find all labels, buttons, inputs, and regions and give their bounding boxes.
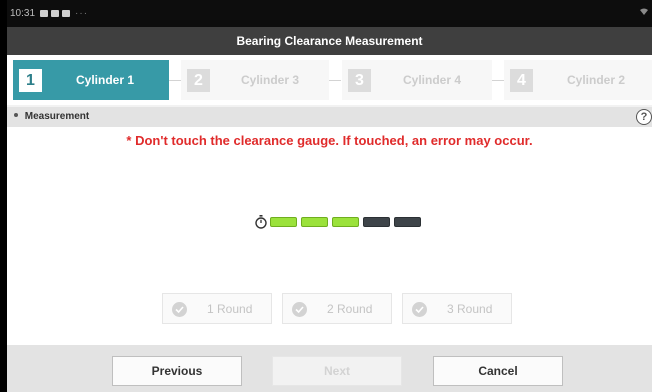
round-2-indicator: 2 Round xyxy=(282,293,392,324)
measurement-section-header: Measurement ? xyxy=(7,107,652,127)
step-label: Cylinder 1 xyxy=(76,73,135,87)
step-indicator: 1 Cylinder 1 2 Cylinder 3 3 Cylinder 4 4… xyxy=(7,55,652,105)
bullet-icon xyxy=(14,113,18,118)
round-3-indicator: 3 Round xyxy=(402,293,512,324)
step-separator xyxy=(492,80,504,81)
warning-message: * Don't touch the clearance gauge. If to… xyxy=(126,133,533,148)
stopwatch-icon xyxy=(255,215,267,229)
round-label: 1 Round xyxy=(207,302,253,316)
check-icon xyxy=(172,302,187,317)
step-number: 1 xyxy=(19,69,42,92)
round-label: 3 Round xyxy=(447,302,493,316)
gauge-segment xyxy=(301,217,328,227)
step-separator xyxy=(329,80,341,81)
gauge-segment xyxy=(363,217,390,227)
step-label: Cylinder 3 xyxy=(241,73,300,87)
step-label: Cylinder 4 xyxy=(403,73,462,87)
check-icon xyxy=(292,302,307,317)
gauge-segment xyxy=(270,217,297,227)
step-number: 3 xyxy=(348,69,371,92)
help-icon[interactable]: ? xyxy=(636,109,652,125)
cancel-button[interactable]: Cancel xyxy=(433,356,563,386)
bottom-action-bar: Previous Next Cancel xyxy=(7,345,652,392)
round-label: 2 Round xyxy=(327,302,373,316)
app-frame: 10:31 ··· Bearing Clearance Measurement … xyxy=(7,0,652,392)
section-title: Measurement xyxy=(24,111,90,122)
gauge-segment xyxy=(332,217,359,227)
wifi-icon xyxy=(640,8,648,17)
status-time: 10:31 xyxy=(10,8,36,19)
notification-icon xyxy=(40,10,49,17)
step-label: Cylinder 2 xyxy=(567,73,626,87)
step-number: 2 xyxy=(187,69,210,92)
status-overflow: ··· xyxy=(75,8,89,19)
notification-icon xyxy=(51,10,60,17)
previous-button[interactable]: Previous xyxy=(112,356,242,386)
step-cylinder-2[interactable]: 4 Cylinder 2 xyxy=(504,60,652,100)
next-button[interactable]: Next xyxy=(272,356,402,386)
gauge-segment xyxy=(394,217,421,227)
clearance-gauge xyxy=(255,214,425,230)
round-1-indicator: 1 Round xyxy=(162,293,272,324)
notification-icon xyxy=(62,10,71,17)
step-cylinder-3[interactable]: 2 Cylinder 3 xyxy=(181,60,329,100)
step-cylinder-4[interactable]: 3 Cylinder 4 xyxy=(342,60,492,100)
step-cylinder-1[interactable]: 1 Cylinder 1 xyxy=(13,60,169,100)
page-title: Bearing Clearance Measurement xyxy=(7,27,652,55)
status-bar: 10:31 ··· xyxy=(7,0,652,27)
step-number: 4 xyxy=(510,69,533,92)
measurement-panel: * Don't touch the clearance gauge. If to… xyxy=(7,127,652,345)
step-separator xyxy=(169,80,181,81)
check-icon xyxy=(412,302,427,317)
